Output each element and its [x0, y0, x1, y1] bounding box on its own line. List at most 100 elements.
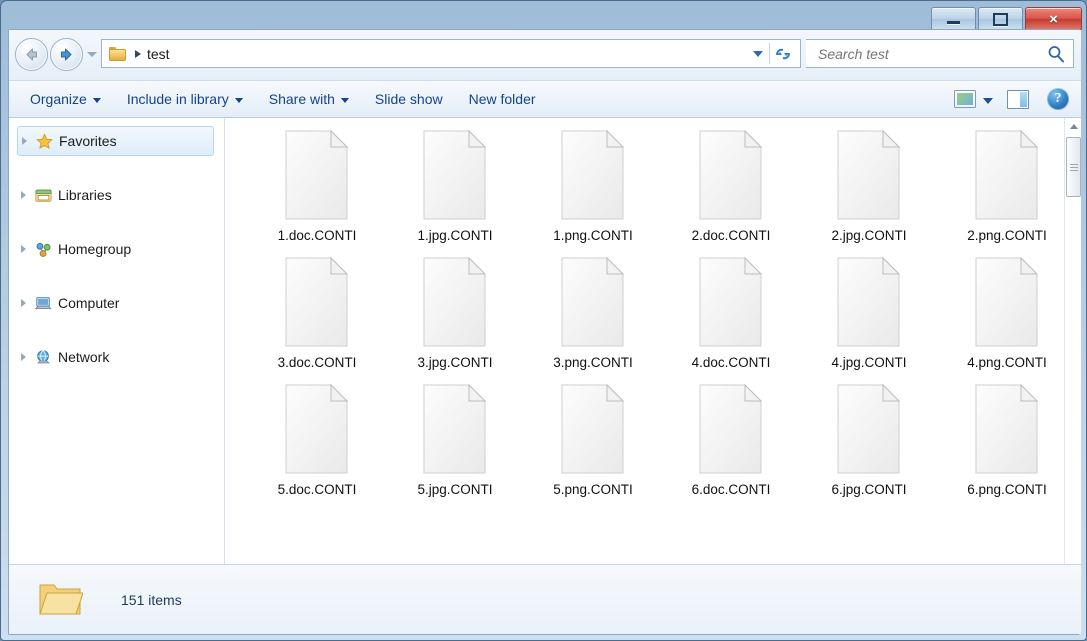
preview-pane-icon[interactable]: [1007, 90, 1029, 109]
sidebar-item-label: Libraries: [58, 187, 112, 203]
minimize-button[interactable]: [931, 7, 976, 31]
scroll-up-button[interactable]: [1065, 118, 1082, 135]
file-name-label: 3.jpg.CONTI: [417, 355, 492, 370]
file-item[interactable]: 6.jpg.CONTI: [800, 382, 938, 497]
file-name-label: 4.doc.CONTI: [692, 355, 771, 370]
generic-file-icon: [557, 382, 629, 476]
file-item[interactable]: 1.jpg.CONTI: [386, 128, 524, 243]
file-name-label: 2.doc.CONTI: [692, 228, 771, 243]
navigation-pane: Favorites Libraries: [9, 118, 225, 596]
status-bar: 151 items: [9, 564, 1081, 634]
homegroup-icon: [34, 241, 53, 258]
libraries-icon: [34, 187, 53, 204]
file-name-label: 5.doc.CONTI: [278, 482, 357, 497]
file-name-label: 6.doc.CONTI: [692, 482, 771, 497]
generic-file-icon: [695, 255, 767, 349]
sidebar-item-homegroup[interactable]: Homegroup: [17, 234, 214, 264]
toolbar-share-with-button[interactable]: Share with: [256, 84, 362, 114]
file-name-label: 4.jpg.CONTI: [831, 355, 906, 370]
toolbar-item-label: Slide show: [375, 91, 443, 107]
search-icon[interactable]: [1047, 45, 1065, 63]
toolbar-slide-show-button[interactable]: Slide show: [362, 84, 456, 114]
file-item[interactable]: 3.jpg.CONTI: [386, 255, 524, 370]
sidebar-item-computer[interactable]: Computer: [17, 288, 214, 318]
generic-file-icon: [833, 382, 905, 476]
network-icon: [34, 349, 53, 366]
file-item[interactable]: 2.png.CONTI: [938, 128, 1064, 243]
history-chevron-icon[interactable]: [87, 52, 97, 57]
expand-chevron-icon[interactable]: [21, 245, 26, 253]
file-item[interactable]: 1.doc.CONTI: [248, 128, 386, 243]
chevron-up-icon: [1070, 124, 1078, 129]
change-view-icon[interactable]: [954, 90, 976, 108]
content-area: Favorites Libraries: [9, 118, 1081, 596]
back-button[interactable]: [15, 38, 48, 71]
help-icon[interactable]: ?: [1047, 88, 1069, 110]
file-list-pane[interactable]: 1.doc.CONTI 1.jpg.CONTI: [226, 118, 1064, 596]
file-item[interactable]: 5.doc.CONTI: [248, 382, 386, 497]
folder-icon: [109, 47, 126, 61]
toolbar-include-in-library-button[interactable]: Include in library: [114, 84, 256, 114]
minimize-icon: [947, 21, 960, 24]
address-bar[interactable]: test: [101, 39, 801, 68]
refresh-button[interactable]: [770, 40, 796, 67]
explorer-window: ×: [0, 0, 1087, 641]
title-bar: ×: [1, 1, 1087, 29]
forward-arrow-icon: [58, 47, 75, 62]
generic-file-icon: [971, 128, 1043, 222]
maximize-button[interactable]: [978, 7, 1023, 31]
file-item[interactable]: 5.jpg.CONTI: [386, 382, 524, 497]
file-grid: 1.doc.CONTI 1.jpg.CONTI: [226, 118, 1064, 497]
generic-file-icon: [281, 255, 353, 349]
sidebar-item-network[interactable]: Network: [17, 342, 214, 372]
file-item[interactable]: 4.doc.CONTI: [662, 255, 800, 370]
maximize-icon: [993, 13, 1008, 26]
generic-file-icon: [833, 128, 905, 222]
generic-file-icon: [971, 382, 1043, 476]
toolbar-new-folder-button[interactable]: New folder: [456, 84, 549, 114]
breadcrumb-separator-icon[interactable]: [135, 50, 141, 58]
file-item[interactable]: 5.png.CONTI: [524, 382, 662, 497]
folder-icon: [37, 581, 83, 619]
file-item[interactable]: 1.png.CONTI: [524, 128, 662, 243]
file-item[interactable]: 2.doc.CONTI: [662, 128, 800, 243]
nav-buttons: [15, 38, 97, 71]
breadcrumb-path[interactable]: test: [147, 46, 170, 62]
scrollbar-thumb[interactable]: [1066, 137, 1081, 197]
file-item[interactable]: 6.png.CONTI: [938, 382, 1064, 497]
search-input[interactable]: [816, 45, 1047, 63]
expand-chevron-icon[interactable]: [21, 353, 26, 361]
generic-file-icon: [971, 255, 1043, 349]
generic-file-icon: [419, 255, 491, 349]
chevron-down-icon: [235, 98, 243, 103]
file-item[interactable]: 4.jpg.CONTI: [800, 255, 938, 370]
file-item[interactable]: 3.doc.CONTI: [248, 255, 386, 370]
sidebar-item-label: Favorites: [59, 133, 117, 149]
toolbar-item-label: Share with: [269, 91, 335, 107]
file-name-label: 3.doc.CONTI: [278, 355, 357, 370]
expand-chevron-icon[interactable]: [21, 299, 26, 307]
sidebar-item-favorites[interactable]: Favorites: [17, 126, 214, 156]
close-button[interactable]: ×: [1025, 7, 1082, 31]
chevron-down-icon[interactable]: [983, 98, 993, 104]
expand-chevron-icon[interactable]: [21, 191, 26, 199]
toolbar-organize-button[interactable]: Organize: [17, 84, 114, 114]
sidebar-item-libraries[interactable]: Libraries: [17, 180, 214, 210]
file-item[interactable]: 2.jpg.CONTI: [800, 128, 938, 243]
expand-chevron-icon[interactable]: [22, 137, 27, 145]
computer-icon: [34, 295, 53, 312]
item-count-label: 151 items: [121, 592, 182, 608]
close-icon: ×: [1049, 12, 1058, 27]
back-arrow-icon: [23, 47, 40, 62]
sidebar-item-label: Network: [58, 349, 109, 365]
address-dropdown-icon[interactable]: [753, 51, 763, 57]
chevron-down-icon: [93, 98, 101, 103]
generic-file-icon: [695, 382, 767, 476]
vertical-scrollbar[interactable]: [1064, 118, 1081, 596]
forward-button[interactable]: [50, 38, 83, 71]
search-box[interactable]: [806, 39, 1074, 68]
generic-file-icon: [281, 382, 353, 476]
file-item[interactable]: 4.png.CONTI: [938, 255, 1064, 370]
file-item[interactable]: 3.png.CONTI: [524, 255, 662, 370]
file-item[interactable]: 6.doc.CONTI: [662, 382, 800, 497]
